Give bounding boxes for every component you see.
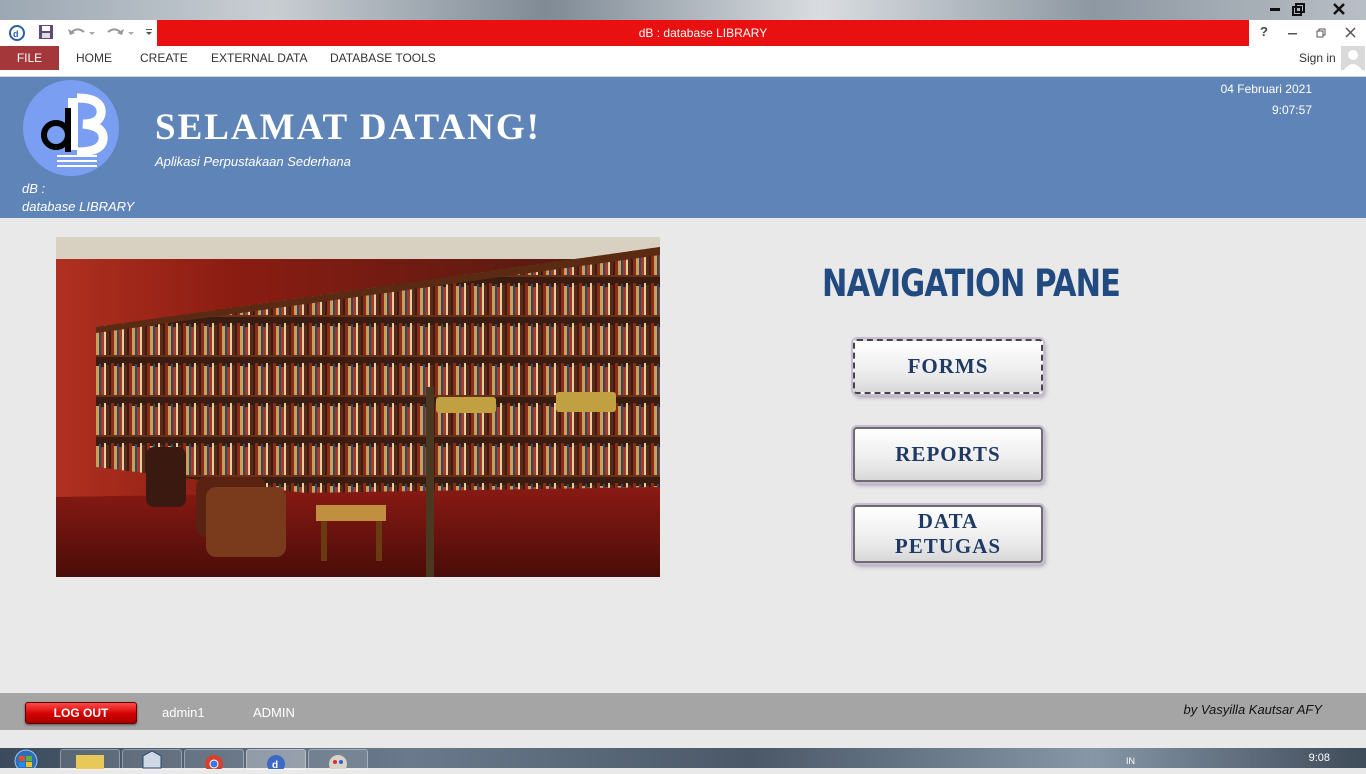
undo-dropdown-icon[interactable]: [89, 32, 95, 35]
folder-icon: [76, 755, 104, 769]
tab-home[interactable]: HOME: [76, 46, 112, 70]
taskbar-explorer[interactable]: [60, 749, 120, 770]
footer-bar: [0, 693, 1366, 730]
ribbon-tabs: FILE HOME CREATE EXTERNAL DATA DATABASE …: [0, 46, 1366, 77]
app-name-line1: dB :: [22, 181, 46, 196]
language-indicator[interactable]: IN: [1126, 756, 1135, 766]
minimize-icon[interactable]: [1270, 8, 1280, 11]
palette-icon: [329, 755, 347, 773]
data-petugas-button[interactable]: DATA PETUGAS: [853, 505, 1043, 563]
taskbar-access[interactable]: d: [246, 749, 306, 773]
taskbar-paint[interactable]: [308, 749, 368, 773]
desktop-background-strip: [0, 0, 1366, 20]
redo-dropdown-icon[interactable]: [128, 32, 134, 35]
access-app-icon[interactable]: d: [9, 25, 25, 41]
tab-external-data[interactable]: EXTERNAL DATA: [211, 46, 307, 70]
window-title: dB : database LIBRARY: [157, 20, 1249, 46]
author-credit: by Vasyilla Kautsar AFY: [1183, 702, 1322, 717]
app-restore-icon[interactable]: [1316, 28, 1326, 38]
app-name: dB : database LIBRARY: [22, 180, 134, 216]
quick-access-toolbar: d: [0, 20, 157, 46]
tab-create[interactable]: CREATE: [140, 46, 188, 70]
forms-button[interactable]: FORMS: [853, 339, 1043, 394]
current-time: 9:07:57: [1271, 103, 1312, 117]
current-date: 04 Februari 2021: [1220, 82, 1312, 96]
app-minimize-icon[interactable]: [1288, 33, 1297, 35]
tab-database-tools[interactable]: DATABASE TOOLS: [330, 46, 436, 70]
database-logo: [23, 80, 119, 176]
logout-button[interactable]: LOG OUT: [25, 702, 137, 724]
help-button[interactable]: ?: [1260, 24, 1268, 39]
redo-icon[interactable]: [107, 28, 124, 35]
customize-toolbar-icon[interactable]: [146, 29, 152, 35]
window-controls: [1270, 3, 1345, 16]
data-petugas-label-line1: DATA: [917, 509, 979, 533]
save-icon[interactable]: [39, 25, 53, 39]
library-photo: [56, 237, 660, 577]
tab-file[interactable]: FILE: [0, 46, 59, 70]
datetime-display: 04 Februari 2021 9:07:57: [1221, 79, 1312, 121]
taskbar-virtualbox[interactable]: [122, 749, 182, 770]
user-role-label: ADMIN: [253, 705, 295, 720]
form-bottom-margin: [0, 730, 1366, 748]
start-button-icon[interactable]: [6, 749, 46, 768]
title-right-controls: ?: [1249, 20, 1366, 46]
reports-button[interactable]: REPORTS: [853, 427, 1043, 482]
user-avatar-icon[interactable]: [1341, 46, 1365, 70]
username-label: admin1: [162, 705, 205, 720]
data-petugas-label-line2: PETUGAS: [894, 534, 1002, 558]
taskbar-chrome[interactable]: [184, 749, 244, 773]
undo-icon[interactable]: [68, 28, 85, 35]
taskbar-clock[interactable]: 9:08: [1309, 752, 1330, 764]
svg-text:d: d: [13, 29, 19, 39]
navigation-pane-title: NAVIGATION PANE: [822, 262, 1121, 305]
welcome-heading: SELAMAT DATANG!: [155, 107, 541, 148]
box-icon: [142, 750, 162, 769]
app-name-line2: database LIBRARY: [22, 199, 135, 214]
sign-in-link[interactable]: Sign in: [1299, 46, 1336, 70]
app-subtitle: Aplikasi Perpustakaan Sederhana: [155, 154, 351, 169]
app-close-icon[interactable]: [1345, 27, 1356, 38]
